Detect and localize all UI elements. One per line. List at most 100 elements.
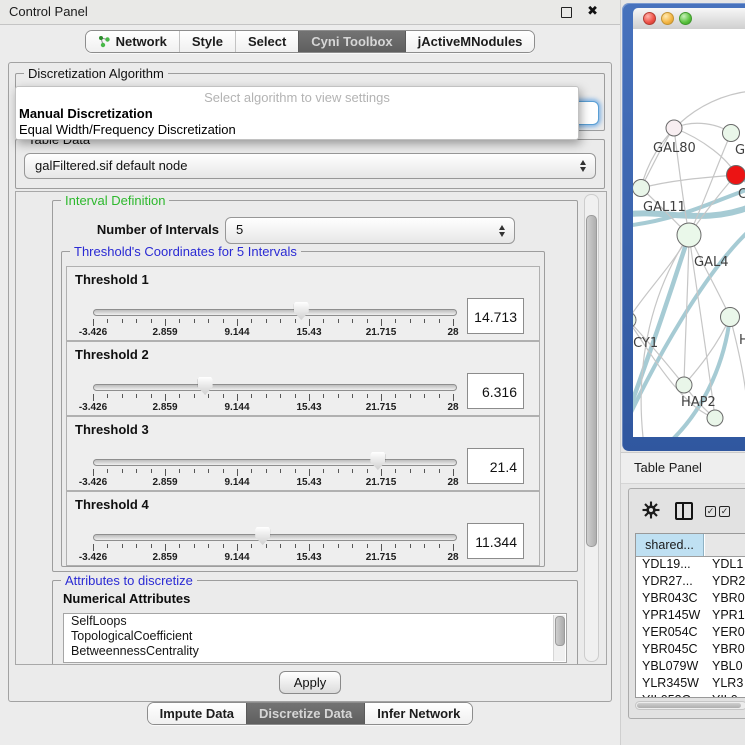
list-item[interactable]: TopologicalCoefficient [64,629,566,644]
combobox-stepper-icon [580,160,586,172]
table-data-combobox[interactable]: galFiltered.sif default node [24,153,596,179]
tab-infer-network[interactable]: Infer Network [364,703,472,724]
threshold-value-field[interactable]: 14.713 [467,298,524,334]
network-node-hap2[interactable] [676,377,692,393]
threshold-value-field[interactable]: 6.316 [467,373,524,409]
slider-tick-marks [93,544,455,552]
cell-shared-name[interactable]: YER054C [642,624,698,641]
threshold-slider-track[interactable] [93,384,457,391]
table-row[interactable]: YER054C YER0 [636,624,745,641]
column-header-shared-name[interactable]: shared... [636,534,704,556]
tab-jactivemnodules[interactable]: jActiveMNodules [405,31,535,52]
dropdown-placeholder-item[interactable]: Select algorithm to view settings [16,87,578,106]
network-canvas[interactable]: GAL80GACGAL11GAL4GCY1HHAP2 [633,29,745,437]
checkbox-icon[interactable]: ✓ [719,506,730,517]
threshold-value-field[interactable]: 11.344 [467,523,524,559]
cell-name[interactable]: YBR0 [712,590,745,607]
table-row[interactable]: YBR045C YBR0 [636,641,745,658]
slider-tick-marks [93,469,455,477]
threshold-slider-thumb[interactable] [370,452,385,470]
threshold-slider-thumb[interactable] [198,377,213,395]
cell-shared-name[interactable]: YDL19... [642,556,691,573]
table-row[interactable]: YDL19... YDL1 [636,556,745,573]
control-panel-titlebar: Control Panel ✖ [0,0,620,25]
list-scrollbar-thumb[interactable] [555,616,565,646]
cell-shared-name[interactable]: YPR145W [642,607,700,624]
cell-name[interactable]: YBL0 [712,658,743,675]
cell-name[interactable]: YBR0 [712,641,745,658]
table-panel-title: Table Panel [634,460,702,475]
interval-definition-group-title: Interval Definition [61,193,169,208]
settings-scrollbar[interactable] [584,194,599,662]
threshold-label: Threshold 3 [75,422,149,437]
list-scrollbar[interactable] [553,615,565,661]
close-icon[interactable]: ✖ [587,3,598,19]
cell-name[interactable]: YDR2 [712,573,745,590]
columns-icon[interactable] [675,502,693,520]
right-pane: GAL80GACGAL11GAL4GCY1HHAP2 Table Panel [621,0,745,745]
window-close-traffic-light-icon[interactable] [643,12,656,25]
network-node-c[interactable] [727,166,745,185]
network-node-gal80[interactable] [666,120,682,136]
cell-shared-name[interactable]: YBL079W [642,658,698,675]
attributes-to-discretize-group: Attributes to discretize Numerical Attri… [52,580,578,665]
window-minimize-traffic-light-icon[interactable] [661,12,674,25]
cell-name[interactable]: YLR3 [712,675,743,692]
threshold-slider-thumb[interactable] [294,302,309,320]
cell-name[interactable]: YER0 [712,624,745,641]
cell-shared-name[interactable]: YBR043C [642,590,698,607]
threshold-slider-track[interactable] [93,534,457,541]
table-horizontal-scrollbar[interactable] [635,701,745,710]
table-row[interactable]: YIL053C YIL0 [636,692,745,698]
numerical-attributes-list[interactable]: SelfLoops TopologicalCoefficient Between… [63,613,567,663]
cell-shared-name[interactable]: YIL053C [642,692,691,698]
float-window-icon[interactable] [561,7,572,18]
network-node[interactable] [707,410,723,426]
threshold-slider-thumb[interactable] [255,527,270,545]
list-item[interactable]: SelfLoops [64,614,566,629]
number-of-intervals-combobox[interactable]: 5 [225,217,515,244]
dropdown-option-manual-discretization[interactable]: Manual Discretization [16,106,578,122]
threshold-value-field[interactable]: 21.4 [467,448,524,484]
gear-icon[interactable] [642,501,660,519]
network-window-titlebar [633,8,745,30]
table-row[interactable]: YBR043C YBR0 [636,590,745,607]
threshold-slider-track[interactable] [93,309,457,316]
cell-name[interactable]: YPR1 [712,607,745,624]
network-node-gal4[interactable] [677,223,701,247]
tab-label: Discretize Data [259,706,352,721]
tab-label: Select [248,34,286,49]
table-panel-box: ✓ ✓ shared... na YDL19...YDL1YDR27...YDR… [628,488,745,719]
dropdown-option-equal-width-frequency[interactable]: Equal Width/Frequency Discretization [16,122,578,138]
tab-network[interactable]: Network [86,31,179,52]
network-node-gal11[interactable] [633,180,650,197]
threshold-slider-track[interactable] [93,459,457,466]
table-row[interactable]: YBL079W YBL0 [636,658,745,675]
tab-impute-data[interactable]: Impute Data [148,703,246,724]
tab-cyni-toolbox[interactable]: Cyni Toolbox [298,31,404,52]
cell-shared-name[interactable]: YLR345W [642,675,699,692]
cell-name[interactable]: YIL0 [712,692,738,698]
checkbox-icon[interactable]: ✓ [705,506,716,517]
network-node-gcy1[interactable] [633,312,636,328]
threshold-label: Threshold 1 [75,272,149,287]
table-row[interactable]: YLR345W YLR3 [636,675,745,692]
network-tab-icon [98,35,111,48]
tab-select[interactable]: Select [235,31,298,52]
cell-shared-name[interactable]: YBR045C [642,641,698,658]
table-row[interactable]: YPR145W YPR1 [636,607,745,624]
column-header-name[interactable]: na [705,534,745,556]
table-horizontal-scrollbar-thumb[interactable] [637,703,741,708]
table-row[interactable]: YDR27... YDR2 [636,573,745,590]
settings-scrollbar-thumb[interactable] [586,215,597,547]
cell-name[interactable]: YDL1 [712,556,743,573]
slider-tick-labels: -3.4262.8599.14415.4321.71528 [93,552,455,563]
network-node-ga[interactable] [723,125,740,142]
list-item[interactable]: BetweennessCentrality [64,644,566,659]
cell-shared-name[interactable]: YDR27... [642,573,693,590]
network-node-h[interactable] [721,308,740,327]
tab-style[interactable]: Style [179,31,235,52]
tab-discretize-data[interactable]: Discretize Data [246,703,364,724]
apply-button[interactable]: Apply [279,671,342,694]
window-zoom-traffic-light-icon[interactable] [679,12,692,25]
